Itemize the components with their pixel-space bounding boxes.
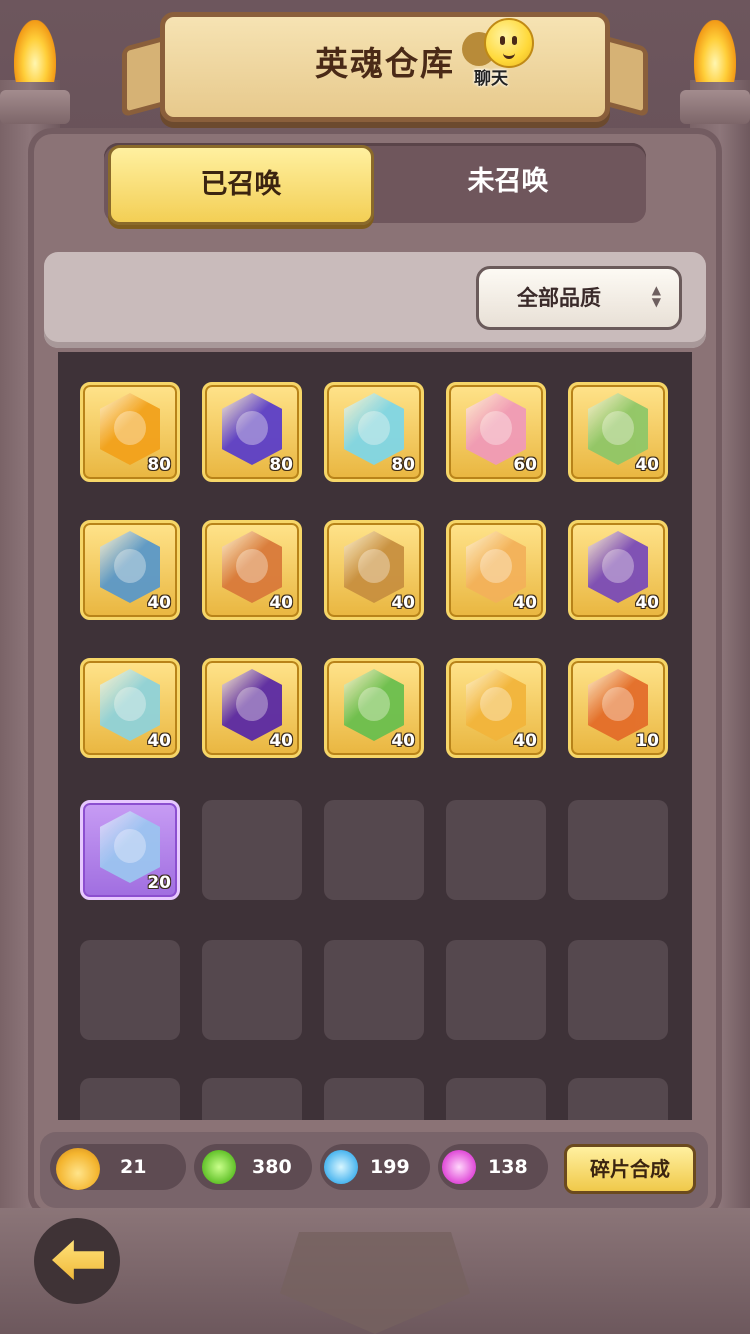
eye bbox=[500, 36, 505, 45]
fragment-count: 40 bbox=[147, 593, 171, 613]
hero-soul-slot[interactable]: 40 bbox=[446, 520, 546, 620]
chat-button[interactable]: 聊天 bbox=[462, 16, 542, 89]
green-count: 380 bbox=[252, 1156, 292, 1178]
hero-soul-slot[interactable]: 40 bbox=[446, 658, 546, 758]
fragment-count: 80 bbox=[391, 455, 415, 475]
back-arrow-icon bbox=[52, 1240, 104, 1280]
flame-icon bbox=[694, 20, 736, 82]
empty-slot bbox=[324, 1078, 424, 1120]
hero-soul-slot[interactable]: 80 bbox=[324, 382, 424, 482]
torch-base bbox=[0, 90, 70, 124]
empty-slot bbox=[324, 940, 424, 1040]
right-torch bbox=[680, 20, 750, 124]
fragment-count: 80 bbox=[147, 455, 171, 475]
hero-soul-slot[interactable]: 60 bbox=[446, 382, 546, 482]
pink-count: 138 bbox=[488, 1156, 528, 1178]
tab-bar: 已召唤 未召唤 bbox=[104, 143, 646, 225]
blue-count: 199 bbox=[370, 1156, 410, 1178]
fragment-count: 40 bbox=[513, 731, 537, 751]
eye bbox=[512, 36, 517, 45]
hero-soul-slot[interactable]: 40 bbox=[568, 520, 668, 620]
torch-base bbox=[680, 90, 750, 124]
hero-soul-slot[interactable]: 10 bbox=[568, 658, 668, 758]
empty-slot bbox=[80, 940, 180, 1040]
fragment-count: 20 bbox=[147, 873, 171, 893]
blue-essence-icon bbox=[324, 1150, 358, 1184]
empty-slot bbox=[446, 940, 546, 1040]
flame-icon bbox=[14, 20, 56, 82]
empty-slot bbox=[202, 940, 302, 1040]
hero-soul-slot[interactable]: 40 bbox=[202, 520, 302, 620]
fragment-count: 40 bbox=[635, 593, 659, 613]
hero-soul-slot[interactable]: 80 bbox=[202, 382, 302, 482]
flame-soul-icon bbox=[56, 1148, 100, 1190]
hero-soul-slot[interactable]: 40 bbox=[568, 382, 668, 482]
empty-slot bbox=[568, 800, 668, 900]
fragment-count: 40 bbox=[147, 731, 171, 751]
fragment-count: 40 bbox=[269, 593, 293, 613]
chat-label: 聊天 bbox=[474, 69, 508, 89]
hero-soul-slot[interactable]: 80 bbox=[80, 382, 180, 482]
hero-soul-slot[interactable]: 40 bbox=[80, 520, 180, 620]
empty-slot bbox=[202, 1078, 302, 1120]
fragment-count: 40 bbox=[635, 455, 659, 475]
green-essence-icon bbox=[202, 1150, 236, 1184]
fragment-count: 40 bbox=[391, 593, 415, 613]
empty-slot bbox=[324, 800, 424, 900]
fragment-combine-button[interactable]: 碎片合成 bbox=[564, 1144, 696, 1194]
empty-slot bbox=[202, 800, 302, 900]
hero-soul-slot[interactable]: 40 bbox=[324, 520, 424, 620]
title-banner: 英魂仓库 bbox=[160, 12, 610, 122]
smiley-icon bbox=[484, 18, 534, 68]
soul-count: 21 bbox=[120, 1156, 147, 1178]
inventory-grid: 80 80 80 60 40 40 40 40 40 40 40 40 40 40 10 20 bbox=[58, 352, 692, 1120]
fragment-count: 10 bbox=[635, 731, 659, 751]
fragment-count: 40 bbox=[269, 731, 293, 751]
empty-slot bbox=[446, 1078, 546, 1120]
back-button[interactable] bbox=[34, 1218, 120, 1304]
tab-summoned[interactable]: 已召唤 bbox=[108, 145, 374, 225]
fragment-count: 40 bbox=[391, 731, 415, 751]
empty-slot bbox=[80, 1078, 180, 1120]
hero-soul-slot[interactable]: 40 bbox=[202, 658, 302, 758]
fragment-count: 60 bbox=[513, 455, 537, 475]
mouth bbox=[503, 50, 515, 59]
hero-soul-slot[interactable]: 20 bbox=[80, 800, 180, 900]
sort-arrows-icon: ▲ ▼ bbox=[651, 283, 661, 309]
pink-essence-icon bbox=[442, 1150, 476, 1184]
empty-slot bbox=[446, 800, 546, 900]
tab-unsummoned[interactable]: 未召唤 bbox=[374, 145, 642, 219]
hero-soul-slot[interactable]: 40 bbox=[324, 658, 424, 758]
empty-slot bbox=[568, 940, 668, 1040]
hero-soul-slot[interactable]: 40 bbox=[80, 658, 180, 758]
quality-filter-value: 全部品质 bbox=[517, 286, 601, 310]
empty-slot bbox=[568, 1078, 668, 1120]
quality-filter-select[interactable]: 全部品质 ▲ ▼ bbox=[476, 266, 682, 330]
left-torch bbox=[0, 20, 70, 124]
fragment-count: 80 bbox=[269, 455, 293, 475]
fragment-count: 40 bbox=[513, 593, 537, 613]
